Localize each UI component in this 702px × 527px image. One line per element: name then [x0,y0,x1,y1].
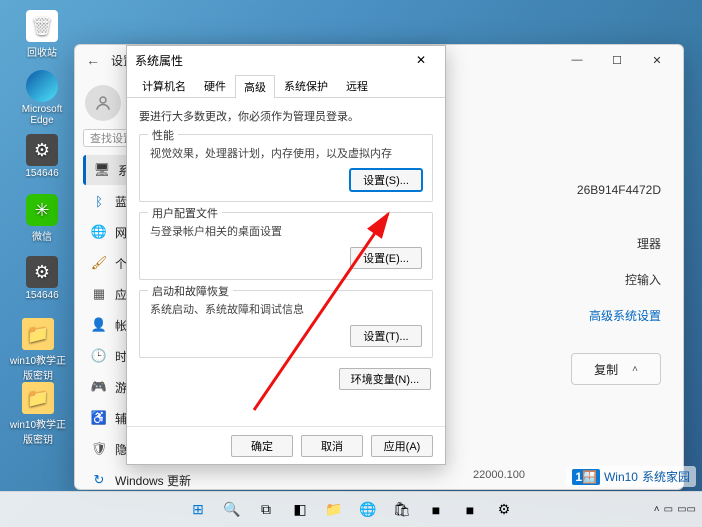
nav-icon: ↻ [91,472,107,488]
unknown-app-1-icon[interactable]: ■ [422,496,450,524]
desktop-icon-folder[interactable]: 📁win10教学正版密钥 [8,318,68,382]
desktop-icon-gear[interactable]: ⚙ 154646 [12,256,72,301]
maximize-button[interactable]: ☐ [597,46,637,74]
tab-计算机名[interactable]: 计算机名 [133,74,195,97]
performance-desc: 视觉效果，处理器计划，内存使用，以及虚拟内存 [150,145,422,161]
tab-硬件[interactable]: 硬件 [195,74,235,97]
desktop-icon-label: 154646 [25,290,58,301]
taskbar-center: ⊞ 🔍 ⧉ ◧ 📁 🌐 🛍 ■ ■ ⚙ [184,496,518,524]
folder-icon: 📁 [22,382,54,414]
desktop-icon-label: win10教学正版密钥 [8,416,68,446]
nav-icon: 🎮 [91,379,107,395]
copy-label: 复制 [594,361,618,378]
unknown-app-2-icon[interactable]: ■ [456,496,484,524]
watermark: 1🪟 Win10 系统家园 [566,466,696,487]
nav-item-10[interactable]: ↻ Windows 更新 [83,465,225,489]
desktop-icon-gear[interactable]: ⚙ 154646 [12,134,72,179]
nav-icon: 🌐 [91,224,107,240]
sysprop-titlebar: 系统属性 ✕ [127,46,445,74]
admin-note: 要进行大多数更改，你必须作为管理员登录。 [139,108,433,124]
taskview-icon[interactable]: ⧉ [252,496,280,524]
edge-icon [26,70,58,102]
user-profile-settings-button[interactable]: 设置(E)... [350,247,422,269]
back-button[interactable]: ← [81,48,105,72]
desktop-icon-label: 154646 [25,168,58,179]
sysprop-title: 系统属性 [135,52,183,69]
nav-icon: 🖌 [91,255,107,271]
tab-远程[interactable]: 远程 [337,74,377,97]
performance-settings-button[interactable]: 设置(S)... [350,169,422,191]
startup-settings-button[interactable]: 设置(T)... [350,325,422,347]
desktop-icon-label: Microsoft Edge [12,104,72,126]
minimize-button[interactable]: ― [557,46,597,74]
startup-title: 启动和故障恢复 [148,283,233,299]
clock[interactable]: ▭▭ [677,504,696,515]
environment-variables-button[interactable]: 环境变量(N)... [339,368,431,390]
apply-button[interactable]: 应用(A) [371,435,433,457]
nav-icon: 👤 [91,317,107,333]
tray-chevron-icon[interactable]: ˄ [654,504,660,515]
widgets-icon[interactable]: ◧ [286,496,314,524]
pen-label-fragment: 控输入 [625,271,661,288]
ok-button[interactable]: 确定 [231,435,293,457]
desktop-icon-folder[interactable]: 📁win10教学正版密钥 [8,382,68,446]
ime-icon[interactable]: ▭ [664,504,673,515]
startup-group: 启动和故障恢复 系统启动、系统故障和调试信息 设置(T)... [139,290,433,358]
nav-icon: ▦ [91,286,107,302]
advanced-system-settings-link[interactable]: 高级系统设置 [589,307,661,324]
desktop-icon-trash[interactable]: 🗑 回收站 [12,10,72,59]
desktop-icon-edge[interactable]: Microsoft Edge [12,70,72,126]
settings-taskbar-icon[interactable]: ⚙ [490,496,518,524]
gear-icon: ⚙ [26,134,58,166]
edge-taskbar-icon[interactable]: 🌐 [354,496,382,524]
wechat-icon: ✳ [26,194,58,226]
close-button[interactable]: ✕ [637,46,677,74]
avatar [85,85,121,121]
desktop-icon-label: 回收站 [27,44,57,59]
user-profile-group: 用户配置文件 与登录帐户相关的桌面设置 设置(E)... [139,212,433,280]
nav-icon: ♿ [91,410,107,426]
cancel-button[interactable]: 取消 [301,435,363,457]
watermark-brand: Win10 [604,470,638,484]
startup-desc: 系统启动、系统故障和调试信息 [150,301,422,317]
tab-高级[interactable]: 高级 [235,75,275,98]
nav-icon: 🖥 [94,162,110,178]
nav-icon: 🕒 [91,348,107,364]
copy-button[interactable]: 复制 ˄ [571,353,661,385]
taskbar: ⊞ 🔍 ⧉ ◧ 📁 🌐 🛍 ■ ■ ⚙ ˄ ▭ ▭▭ [0,491,702,527]
start-button[interactable]: ⊞ [184,496,212,524]
build-number: 22000.100 [473,469,525,481]
performance-group: 性能 视觉效果，处理器计划，内存使用，以及虚拟内存 设置(S)... [139,134,433,202]
watermark-logo: 1🪟 [572,469,600,485]
search-taskbar-icon[interactable]: 🔍 [218,496,246,524]
explorer-icon[interactable]: 📁 [320,496,348,524]
watermark-text: 系统家园 [642,468,690,485]
cpu-label-fragment: 理器 [637,235,661,252]
system-properties-dialog: 系统属性 ✕ 计算机名硬件高级系统保护远程 要进行大多数更改，你必须作为管理员登… [126,45,446,465]
sysprop-tabs: 计算机名硬件高级系统保护远程 [127,74,445,98]
device-id-fragment: 26B914F4472D [577,183,661,197]
nav-icon: ᛒ [91,193,107,209]
store-icon[interactable]: 🛍 [388,496,416,524]
tab-系统保护[interactable]: 系统保护 [275,74,337,97]
nav-label: Windows 更新 [115,472,191,489]
user-profile-desc: 与登录帐户相关的桌面设置 [150,223,422,239]
gear-icon: ⚙ [26,256,58,288]
folder-icon: 📁 [22,318,54,350]
desktop-icon-label: win10教学正版密钥 [8,352,68,382]
desktop-icon-label: 微信 [32,228,52,243]
desktop-icon-wechat[interactable]: ✳ 微信 [12,194,72,243]
sysprop-close-button[interactable]: ✕ [405,48,437,72]
chevron-up-icon: ˄ [632,364,638,375]
trash-icon: 🗑 [26,10,58,42]
nav-icon: 🛡 [91,441,107,457]
user-profile-title: 用户配置文件 [148,205,222,221]
performance-title: 性能 [148,127,178,143]
